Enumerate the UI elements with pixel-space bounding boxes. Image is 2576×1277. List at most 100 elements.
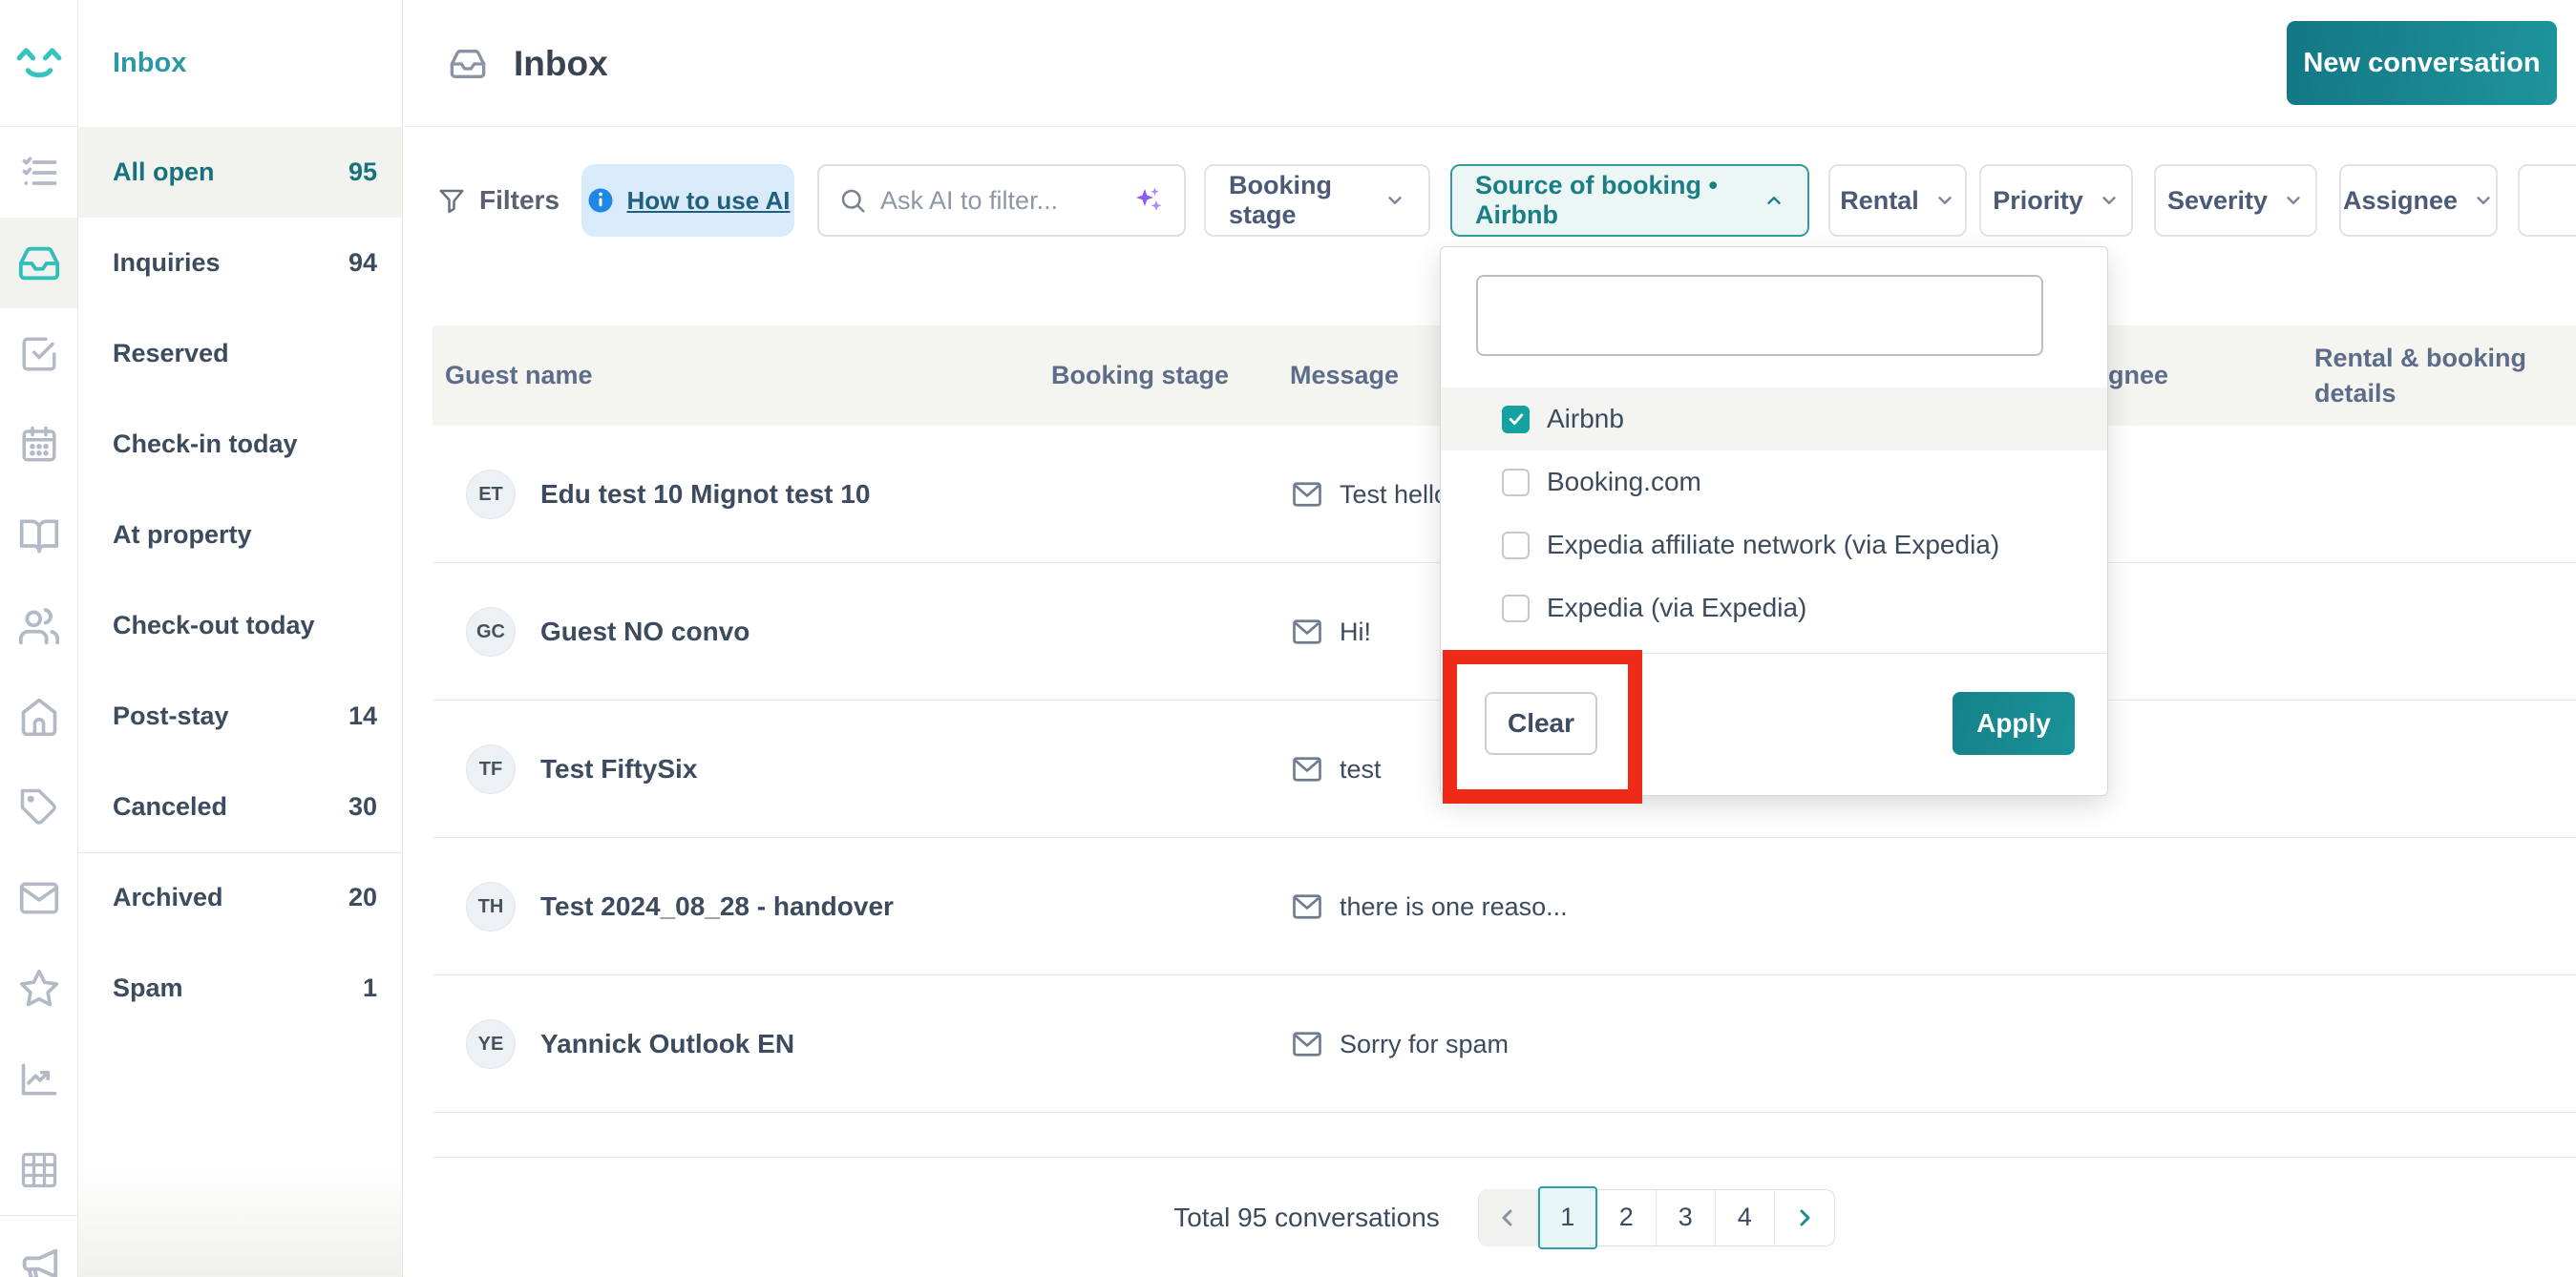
sidebar-item-checkout-today[interactable]: Check-out today: [78, 580, 402, 671]
rail-item-post-stay[interactable]: [0, 671, 77, 762]
envelope-icon: [1290, 477, 1324, 512]
ai-filter-input[interactable]: Ask AI to filter...: [817, 164, 1186, 237]
page-button-1[interactable]: 1: [1537, 1185, 1597, 1249]
rail-item-reserved[interactable]: [0, 308, 77, 399]
checkbox-unchecked-icon: [1502, 594, 1530, 622]
sidebar-item-archived[interactable]: Archived 20: [78, 852, 402, 943]
chart-icon: [18, 1058, 60, 1100]
total-conversations: Total 95 conversations: [1173, 1202, 1440, 1232]
guest-name: Edu test 10 Mignot test 10: [540, 479, 871, 509]
sidebar-item-label: At property: [113, 520, 252, 549]
rail-item-tasks[interactable]: [0, 127, 77, 218]
rail-divider: [0, 1215, 77, 1216]
envelope-icon: [1290, 752, 1324, 786]
page-header: Inbox New conversation: [404, 0, 2576, 127]
rail-item-analytics[interactable]: [0, 1034, 77, 1124]
megaphone-icon: [17, 1244, 61, 1277]
filter-chip-rental[interactable]: Rental: [1828, 164, 1967, 237]
sidebar: Inbox All open 95 Inquiries 94 Reserved …: [78, 0, 403, 1277]
app-logo[interactable]: [0, 0, 77, 127]
filters-label: Filters: [437, 164, 560, 237]
sidebar-item-label: Canceled: [113, 792, 228, 821]
conversation-row[interactable]: YE Yannick Outlook EN Sorry for spam: [433, 975, 2576, 1113]
page-button-4[interactable]: 4: [1716, 1188, 1775, 1246]
checkbox-checked-icon: [1502, 405, 1530, 433]
apply-button[interactable]: Apply: [1953, 692, 2075, 755]
rail-item-marketing[interactable]: [0, 1220, 77, 1277]
rail-item-archived[interactable]: [0, 852, 77, 943]
rail-item-grid[interactable]: [0, 1124, 77, 1215]
message-preview: test: [1340, 754, 1382, 784]
sidebar-item-all-open[interactable]: All open 95: [78, 127, 402, 218]
sidebar-item-checkin-today[interactable]: Check-in today: [78, 399, 402, 490]
previous-page-button[interactable]: [1478, 1188, 1538, 1246]
sidebar-item-label: Reserved: [113, 339, 229, 367]
rail-item-checkout[interactable]: [0, 580, 77, 671]
filter-chip-booking-stage[interactable]: Booking stage: [1204, 164, 1430, 237]
message-preview: there is one reaso...: [1340, 891, 1568, 921]
envelope-icon: [1290, 1027, 1324, 1061]
sidebar-item-label: Check-in today: [113, 429, 298, 458]
sidebar-item-spam[interactable]: Spam 1: [78, 943, 402, 1034]
sidebar-item-reserved[interactable]: Reserved: [78, 308, 402, 399]
sidebar-item-post-stay[interactable]: Post-stay 14: [78, 671, 402, 762]
smiley-logo-icon: [14, 43, 64, 83]
rail-item-spam[interactable]: [0, 943, 77, 1034]
sidebar-item-count: 20: [348, 883, 377, 911]
guest-name: Guest NO convo: [540, 617, 750, 646]
sidebar-item-count: 94: [348, 248, 377, 277]
filter-chip-clipped[interactable]: Co: [2518, 164, 2576, 237]
sidebar-item-at-property[interactable]: At property: [78, 490, 402, 580]
filter-chip-priority[interactable]: Priority: [1979, 164, 2133, 237]
table-footer: Total 95 conversations 1 2 3 4: [433, 1158, 2576, 1277]
sidebar-item-label: Spam: [113, 973, 183, 1002]
page-button-3[interactable]: 3: [1657, 1188, 1716, 1246]
dropdown-search-input[interactable]: [1476, 275, 2043, 356]
how-to-use-ai-link[interactable]: How to use AI: [581, 164, 794, 237]
column-message: Message: [1290, 361, 1400, 389]
rail-item-inbox[interactable]: [0, 218, 77, 308]
sidebar-item-label: Post-stay: [113, 701, 229, 730]
ai-filter-placeholder: Ask AI to filter...: [880, 185, 1059, 215]
avatar: YE: [466, 1019, 516, 1069]
avatar: ET: [466, 470, 516, 519]
rail-item-at-property[interactable]: [0, 490, 77, 580]
column-guest-name: Guest name: [445, 361, 593, 389]
dropdown-option-airbnb[interactable]: Airbnb: [1441, 387, 2107, 450]
new-conversation-button[interactable]: New conversation: [2287, 21, 2557, 105]
rail-item-canceled[interactable]: [0, 762, 77, 852]
search-icon: [838, 186, 867, 215]
filter-chip-assignee[interactable]: Assignee: [2339, 164, 2498, 237]
conversation-row[interactable]: TH Test 2024_08_28 - handover there is o…: [433, 838, 2576, 975]
sidebar-item-inquiries[interactable]: Inquiries 94: [78, 218, 402, 308]
filter-chip-severity[interactable]: Severity: [2154, 164, 2317, 237]
next-page-button[interactable]: [1775, 1189, 1834, 1246]
column-rental-booking-details: Rental & booking details: [2314, 344, 2526, 408]
sidebar-item-label: Check-out today: [113, 611, 315, 639]
dropdown-option-expedia[interactable]: Expedia (via Expedia): [1441, 576, 2107, 639]
filter-chip-source-of-booking[interactable]: Source of booking • Airbnb: [1450, 164, 1809, 237]
pagination: 1 2 3 4: [1477, 1185, 1835, 1249]
book-open-icon: [18, 514, 60, 556]
users-icon: [17, 604, 61, 648]
funnel-icon: [437, 186, 466, 215]
tag-icon: [19, 787, 59, 827]
avatar: GC: [466, 607, 516, 657]
info-icon: [586, 186, 615, 215]
chevron-down-icon: [1934, 190, 1955, 211]
chevron-up-icon: [1763, 190, 1784, 211]
inbox-app: Inbox All open 95 Inquiries 94 Reserved …: [0, 0, 2576, 1277]
checkbox-unchecked-icon: [1502, 531, 1530, 559]
page-button-2[interactable]: 2: [1597, 1188, 1657, 1246]
main-content: Inbox New conversation Filters How to us…: [404, 0, 2576, 1277]
dropdown-option-expedia-affiliate[interactable]: Expedia affiliate network (via Expedia): [1441, 513, 2107, 576]
column-booking-stage: Booking stage: [1051, 361, 1230, 389]
sidebar-item-label: Inquiries: [113, 248, 221, 277]
rail-item-checkin[interactable]: [0, 399, 77, 490]
envelope-icon: [1290, 615, 1324, 649]
dropdown-option-booking-com[interactable]: Booking.com: [1441, 450, 2107, 513]
sidebar-item-canceled[interactable]: Canceled 30: [78, 762, 402, 852]
clear-button[interactable]: Clear: [1485, 692, 1597, 755]
source-of-booking-dropdown: Airbnb Booking.com Expedia affiliate net…: [1440, 246, 2108, 796]
message-preview: Test hello: [1340, 479, 1449, 509]
